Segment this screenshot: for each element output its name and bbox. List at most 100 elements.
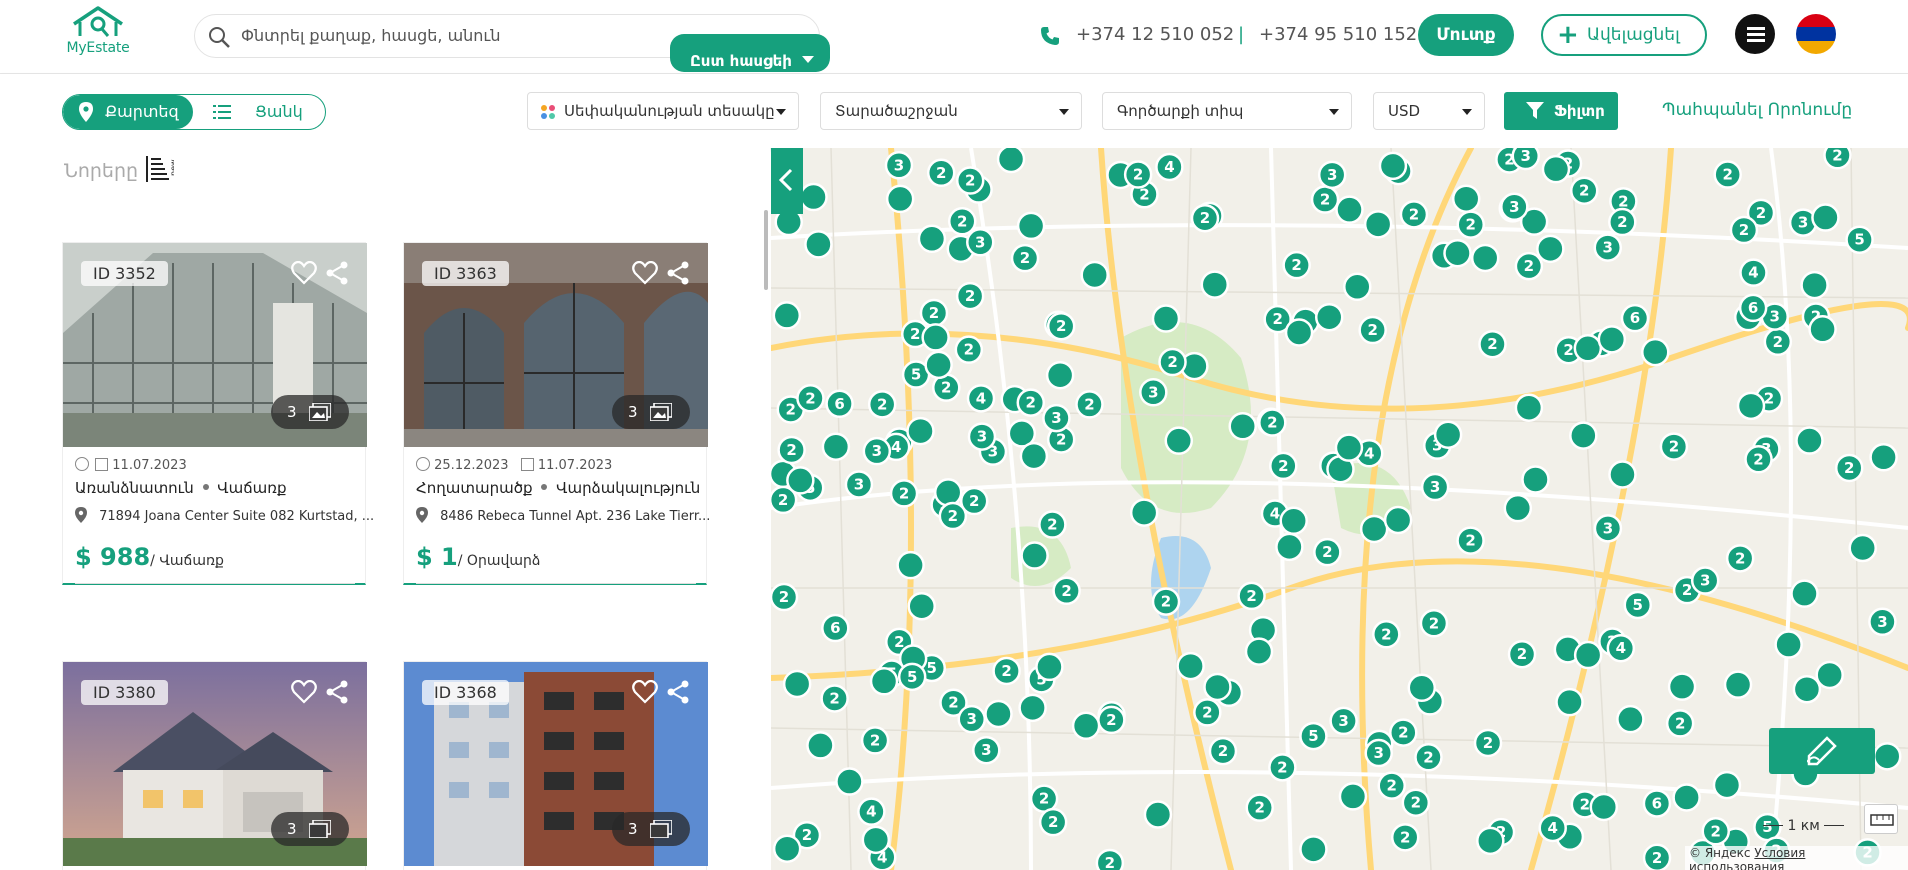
map-marker[interactable] (1569, 421, 1598, 450)
map-marker[interactable]: 2 (1608, 207, 1637, 237)
map-marker[interactable] (1451, 184, 1481, 213)
map-marker[interactable] (1667, 672, 1697, 701)
map-marker[interactable]: 2 (1456, 526, 1485, 555)
map-marker[interactable] (1573, 334, 1603, 363)
map-marker[interactable]: 2 (1268, 753, 1297, 782)
map-marker[interactable] (1314, 302, 1344, 332)
map-marker[interactable]: 2 (1659, 432, 1689, 461)
map-marker[interactable]: 6 (1620, 303, 1650, 333)
map-marker[interactable]: 2 (954, 335, 984, 364)
collapse-list-button[interactable] (771, 148, 803, 214)
map-marker[interactable]: 3 (1593, 233, 1623, 262)
map-marker[interactable] (1363, 210, 1393, 239)
map-marker[interactable] (1228, 412, 1257, 441)
map-marker[interactable]: 2 (1282, 250, 1311, 280)
listing-photo[interactable]: ID 3368 3 (404, 662, 708, 866)
ruler-icon[interactable] (1864, 804, 1898, 834)
share-icon[interactable] (325, 680, 349, 704)
map-marker[interactable] (1608, 460, 1637, 489)
map-marker[interactable]: 3 (1042, 403, 1071, 433)
map-marker[interactable] (1555, 687, 1584, 717)
map-marker[interactable] (869, 667, 899, 696)
map-marker[interactable] (835, 767, 864, 796)
map-marker[interactable]: 2 (1390, 823, 1420, 852)
listing-photo[interactable]: ID 3352 3 (63, 243, 367, 447)
map-marker[interactable]: 2 (1095, 848, 1125, 870)
map-marker[interactable] (1018, 693, 1047, 723)
map-marker[interactable]: 2 (796, 384, 825, 413)
map-marker[interactable] (1045, 360, 1075, 390)
map-marker[interactable] (917, 224, 947, 254)
map-marker[interactable] (921, 323, 950, 352)
map-marker[interactable]: 2 (1208, 736, 1238, 766)
map-marker[interactable]: 2 (1665, 709, 1695, 738)
map-marker[interactable]: 2 (1823, 148, 1852, 170)
map-marker[interactable]: 2 (1389, 718, 1418, 747)
map-marker[interactable] (799, 182, 828, 212)
map-marker[interactable] (1723, 670, 1753, 699)
map-marker[interactable]: 2 (992, 656, 1021, 686)
map-canvas[interactable]: 2432253224222322432222222225436223225422… (771, 148, 1908, 870)
map-marker[interactable]: 2 (860, 726, 890, 755)
map-marker[interactable]: 2 (777, 435, 806, 465)
map-marker[interactable]: 2 (1725, 544, 1755, 573)
map-marker[interactable]: 2 (1151, 587, 1181, 616)
map-marker[interactable]: 3 (957, 704, 986, 734)
photo-count-badge[interactable]: 3 (612, 812, 690, 846)
map-marker[interactable]: 2 (1401, 788, 1431, 817)
map-marker[interactable]: 2 (1075, 390, 1104, 419)
map-marker[interactable]: 3 (1868, 607, 1897, 637)
map-marker[interactable]: 2 (1456, 210, 1486, 239)
map-marker[interactable] (1476, 826, 1505, 856)
map-marker[interactable]: 2 (1310, 185, 1340, 214)
sort-new-icon[interactable]: new (144, 154, 174, 186)
map-marker[interactable] (1359, 514, 1389, 544)
listing-scrollbar[interactable] (764, 210, 768, 290)
map-marker[interactable]: 2 (1713, 160, 1742, 189)
map-marker[interactable]: 3 (1139, 378, 1168, 407)
map-marker[interactable]: 2 (820, 684, 849, 713)
save-search-link[interactable]: Պահպանել Որոնումը (1662, 100, 1852, 120)
map-marker[interactable]: 3 (844, 470, 874, 499)
map-marker[interactable]: 2 (1372, 620, 1401, 649)
map-marker[interactable] (1407, 673, 1437, 703)
map-marker[interactable]: 3 (1593, 514, 1623, 543)
map-marker[interactable] (1541, 154, 1571, 184)
map-marker[interactable]: 2 (955, 281, 985, 311)
property-type-select[interactable]: Սեփականության տեսակը (527, 92, 799, 130)
map-marker[interactable] (1164, 426, 1194, 455)
map-marker[interactable]: 2 (1038, 807, 1068, 837)
map-view-button[interactable]: Քարտեզ (63, 95, 193, 129)
listing-card[interactable]: ID 3380 3 (62, 661, 367, 870)
map-marker[interactable]: 3 (967, 422, 997, 451)
map-marker[interactable]: 2 (1313, 537, 1342, 567)
photo-count-badge[interactable]: 3 (271, 812, 349, 846)
map-marker[interactable] (1869, 443, 1898, 472)
map-marker[interactable]: 2 (1237, 581, 1266, 611)
heart-icon[interactable] (632, 261, 658, 285)
map-marker[interactable] (1521, 465, 1550, 494)
map-marker[interactable] (782, 669, 812, 699)
map-marker[interactable] (1200, 270, 1230, 299)
map-marker[interactable] (1712, 770, 1742, 800)
map-marker[interactable] (1470, 243, 1500, 273)
map-marker[interactable]: 2 (1038, 510, 1067, 539)
map-marker[interactable] (1335, 195, 1364, 224)
map-marker[interactable] (1815, 660, 1844, 690)
map-marker[interactable] (1536, 234, 1565, 264)
map-marker[interactable]: 3 (966, 228, 995, 257)
map-marker[interactable] (907, 591, 936, 621)
map-marker[interactable]: 2 (1358, 315, 1387, 345)
map-marker[interactable] (896, 550, 925, 580)
map-marker[interactable]: 2 (938, 501, 968, 531)
map-marker[interactable] (1080, 260, 1109, 290)
phone-number-2[interactable]: +374 95 510 152 (1259, 24, 1417, 45)
map-marker[interactable]: 2 (1052, 576, 1081, 606)
map-marker[interactable]: 3 (1500, 192, 1529, 222)
currency-select[interactable]: USD (1373, 92, 1485, 130)
map-marker[interactable]: 2 (889, 479, 919, 508)
map-marker[interactable]: 2 (955, 166, 985, 195)
map-marker[interactable]: 2 (1834, 453, 1864, 483)
map-marker[interactable]: 5 (1845, 225, 1874, 254)
map-marker[interactable] (1203, 672, 1232, 702)
